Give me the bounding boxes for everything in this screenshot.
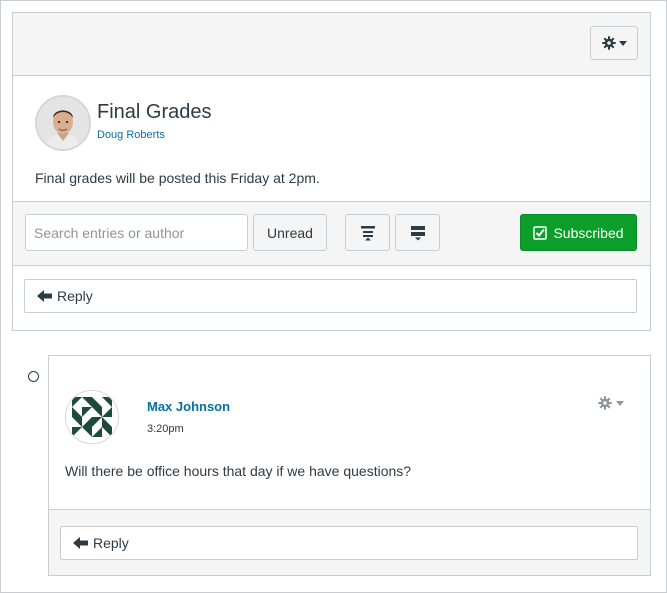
topic-settings-button[interactable] — [590, 26, 638, 60]
reply-label: Reply — [93, 535, 129, 551]
topic-header — [13, 13, 650, 76]
arrow-left-icon — [73, 537, 88, 549]
entry-message: Will there be office hours that day if w… — [65, 463, 412, 479]
gear-icon — [601, 36, 616, 50]
reply-label: Reply — [57, 288, 93, 304]
topic-reply-button[interactable]: Reply — [24, 279, 637, 313]
unread-filter-button[interactable]: Unread — [253, 214, 327, 251]
topic-author-avatar[interactable] — [35, 95, 91, 151]
collapse-replies-icon — [360, 225, 375, 240]
checkmark-icon — [533, 225, 548, 240]
discussion-toolbar: Unread — [13, 201, 650, 266]
geometric-avatar-icon — [66, 391, 118, 443]
entry-author-avatar[interactable] — [65, 390, 119, 444]
person-photo-icon — [37, 97, 89, 149]
entry-reply-button[interactable]: Reply — [60, 526, 638, 560]
discussion-entry: Max Johnson 3:20pm Will there be office … — [48, 355, 651, 576]
search-input[interactable] — [25, 214, 248, 251]
arrow-left-icon — [37, 290, 52, 302]
chevron-down-icon — [616, 400, 624, 406]
entry-settings-button[interactable] — [598, 396, 624, 410]
expand-replies-button[interactable] — [395, 214, 440, 251]
topic-title: Final Grades — [97, 101, 212, 123]
gear-icon — [598, 396, 612, 410]
entry-author-link[interactable]: Max Johnson — [147, 399, 230, 414]
entry-timestamp: 3:20pm — [147, 423, 184, 435]
topic-author-link[interactable]: Doug Roberts — [97, 129, 165, 141]
expand-replies-icon — [410, 225, 425, 240]
subscribed-button[interactable]: Subscribed — [520, 214, 637, 251]
topic-message: Final grades will be posted this Friday … — [35, 170, 320, 186]
discussion-topic: Final Grades Doug Roberts Final grades w… — [12, 12, 651, 331]
unread-indicator[interactable] — [28, 371, 39, 382]
collapse-replies-button[interactable] — [345, 214, 390, 251]
subscribed-label: Subscribed — [553, 224, 624, 241]
chevron-down-icon — [618, 40, 627, 46]
discussion-window: Final Grades Doug Roberts Final grades w… — [0, 0, 667, 593]
